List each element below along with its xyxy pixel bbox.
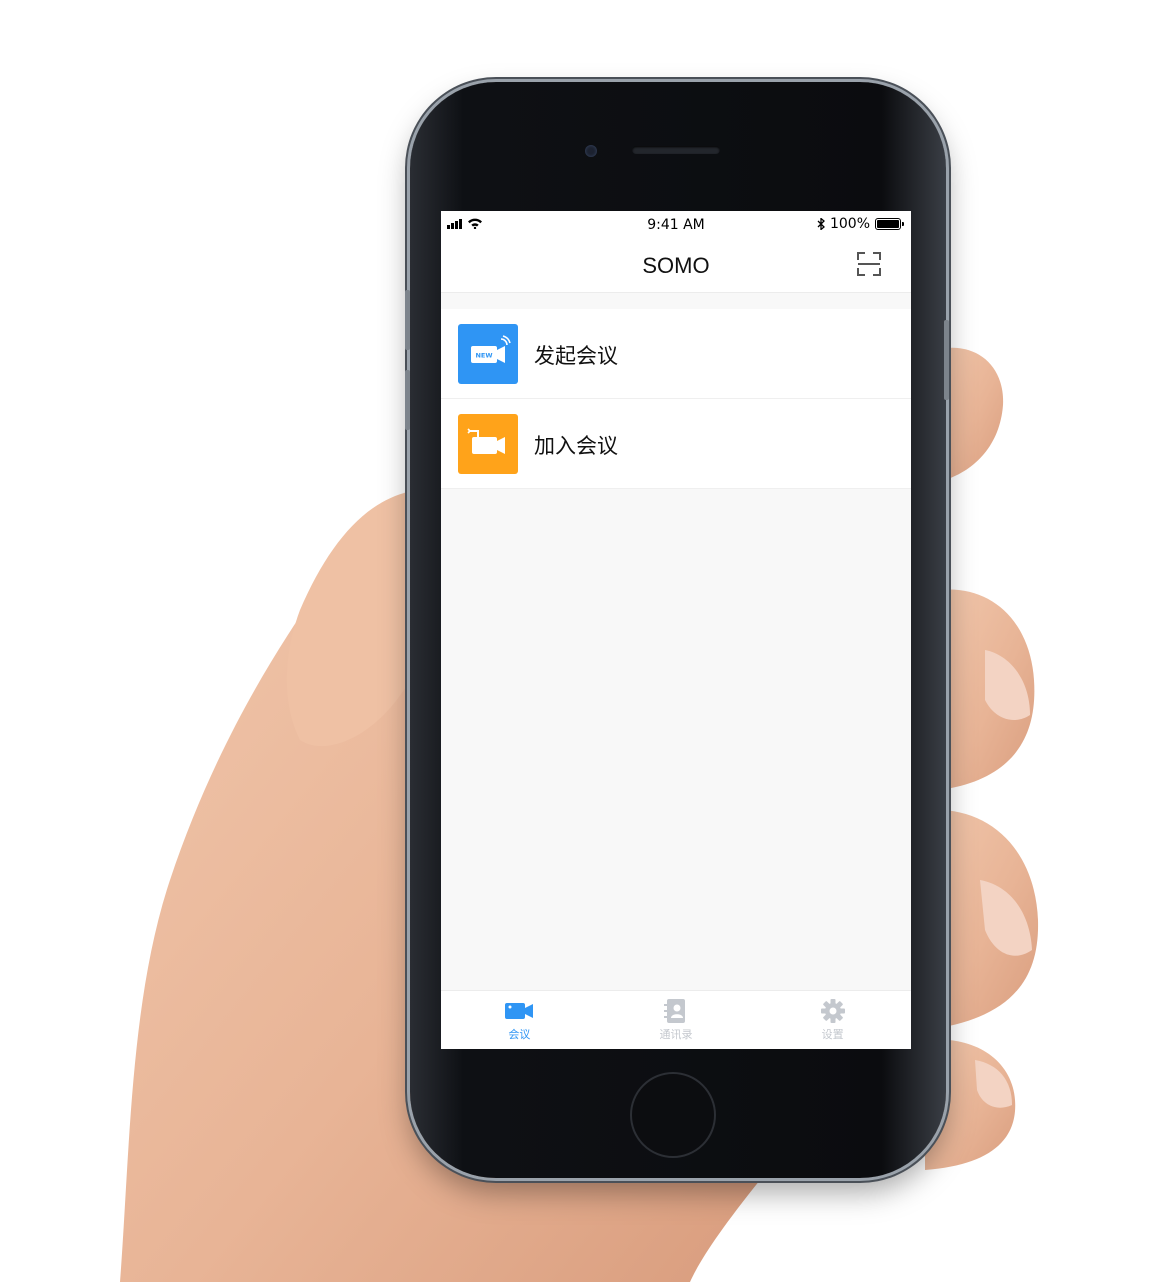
app-screen: 9:41 AM 100% SOMO NEW 发起会议 加入会议 会议 通讯录 设…	[441, 211, 911, 1049]
tab-contacts[interactable]: 通讯录	[598, 991, 755, 1049]
volume-up-button	[405, 290, 410, 350]
battery-icon	[875, 218, 904, 230]
battery-percent: 100%	[829, 216, 870, 232]
earpiece-speaker	[632, 146, 720, 154]
nav-bar: SOMO	[441, 239, 911, 293]
status-bar: 9:41 AM 100%	[441, 211, 911, 239]
status-right: 100%	[817, 216, 904, 232]
volume-down-button	[405, 370, 410, 430]
tab-bar: 会议 通讯录 设置	[441, 990, 911, 1049]
tab-settings[interactable]: 设置	[754, 991, 911, 1049]
bluetooth-icon	[817, 218, 825, 230]
page-title: SOMO	[642, 253, 710, 278]
front-camera	[585, 145, 597, 157]
tab-contacts-label: 通讯录	[659, 1028, 693, 1041]
gear-icon	[820, 999, 845, 1023]
start-meeting-label: 发起会议	[534, 344, 618, 368]
home-button[interactable]	[630, 1072, 716, 1158]
join-meeting-camera-icon	[458, 414, 518, 474]
tab-meetings-label: 会议	[508, 1028, 531, 1041]
new-meeting-camera-icon: NEW	[458, 324, 518, 384]
start-meeting-item[interactable]: NEW 发起会议	[441, 309, 911, 399]
contacts-icon	[664, 999, 685, 1023]
meeting-menu: NEW 发起会议 加入会议	[441, 309, 911, 489]
scan-icon[interactable]	[857, 252, 881, 276]
video-camera-icon	[505, 1003, 534, 1019]
tab-meetings[interactable]: 会议	[441, 991, 598, 1049]
tab-settings-label: 设置	[821, 1028, 844, 1041]
join-meeting-item[interactable]: 加入会议	[441, 399, 911, 489]
power-button	[944, 320, 949, 400]
new-badge: NEW	[475, 352, 492, 360]
join-meeting-label: 加入会议	[534, 434, 618, 458]
